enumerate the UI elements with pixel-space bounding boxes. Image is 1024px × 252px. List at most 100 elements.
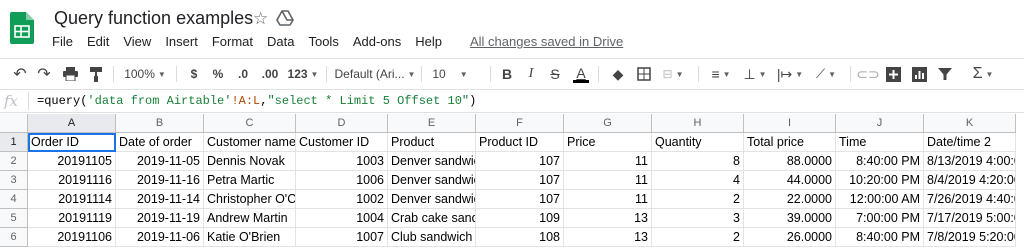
- row-header[interactable]: 3: [0, 171, 28, 190]
- menu-insert[interactable]: Insert: [158, 34, 205, 52]
- table-cell[interactable]: 20191119: [28, 209, 116, 228]
- table-cell[interactable]: Crab cake sandw: [388, 209, 476, 228]
- table-cell[interactable]: 2019-11-06: [116, 228, 204, 247]
- borders-icon[interactable]: [634, 60, 654, 88]
- zoom-select[interactable]: 100% ▼: [120, 60, 170, 88]
- table-cell[interactable]: 20191106: [28, 228, 116, 247]
- table-cell[interactable]: 10:20:00 PM: [836, 171, 924, 190]
- table-cell[interactable]: 108: [476, 228, 564, 247]
- table-cell[interactable]: 7/8/2019 5:20:00: [924, 228, 1016, 247]
- header-cell[interactable]: Date/time 2: [924, 133, 1016, 152]
- row-header[interactable]: 5: [0, 209, 28, 228]
- save-status-link[interactable]: All changes saved in Drive: [463, 34, 630, 52]
- table-cell[interactable]: Denver sandwich: [388, 171, 476, 190]
- header-cell[interactable]: Quantity: [652, 133, 744, 152]
- table-cell[interactable]: 2019-11-19: [116, 209, 204, 228]
- table-cell[interactable]: Club sandwich: [388, 228, 476, 247]
- wrap-icon[interactable]: |↦ ▼: [774, 60, 806, 88]
- select-all-corner[interactable]: [0, 114, 28, 133]
- table-cell[interactable]: 2: [652, 190, 744, 209]
- increase-decimals-button[interactable]: .00: [258, 60, 282, 88]
- column-header-c[interactable]: C: [204, 114, 296, 133]
- table-cell[interactable]: 8:40:00 PM: [836, 152, 924, 171]
- text-color-button[interactable]: A: [572, 60, 590, 88]
- valign-icon[interactable]: ⊥ ▼: [740, 60, 770, 88]
- header-cell[interactable]: Customer name: [204, 133, 296, 152]
- chart-icon[interactable]: [910, 60, 928, 88]
- move-to-folder-icon[interactable]: [276, 10, 294, 26]
- table-cell[interactable]: 107: [476, 171, 564, 190]
- table-cell[interactable]: 2: [652, 228, 744, 247]
- undo-icon[interactable]: ↶: [10, 60, 30, 88]
- table-cell[interactable]: 1006: [296, 171, 388, 190]
- column-header-j[interactable]: J: [836, 114, 924, 133]
- table-cell[interactable]: 2019-11-16: [116, 171, 204, 190]
- redo-icon[interactable]: ↷: [34, 60, 54, 88]
- menu-file[interactable]: File: [45, 34, 80, 52]
- table-cell[interactable]: 88.0000: [744, 152, 836, 171]
- menu-view[interactable]: View: [116, 34, 158, 52]
- table-cell[interactable]: 13: [564, 228, 652, 247]
- table-cell[interactable]: 11: [564, 152, 652, 171]
- table-cell[interactable]: 20191116: [28, 171, 116, 190]
- table-cell[interactable]: 8:40:00 PM: [836, 228, 924, 247]
- table-cell[interactable]: Denver sandwich: [388, 152, 476, 171]
- fill-color-icon[interactable]: ◆: [608, 60, 628, 88]
- strikethrough-icon[interactable]: S: [546, 60, 564, 88]
- table-cell[interactable]: 22.0000: [744, 190, 836, 209]
- formula-input[interactable]: =query('data from Airtable'!A:L,"select …: [37, 94, 476, 108]
- table-cell[interactable]: 1002: [296, 190, 388, 209]
- functions-icon[interactable]: Σ ▼: [968, 60, 998, 88]
- document-title[interactable]: Query function examples: [54, 8, 253, 29]
- table-cell[interactable]: 4: [652, 171, 744, 190]
- print-icon[interactable]: [60, 60, 80, 88]
- header-cell[interactable]: Product: [388, 133, 476, 152]
- table-cell[interactable]: 8/13/2019 4:00:0: [924, 152, 1016, 171]
- menu-edit[interactable]: Edit: [80, 34, 116, 52]
- font-size-select[interactable]: 10 ▼: [430, 60, 470, 88]
- font-family-select[interactable]: Default (Ari... ▼: [334, 60, 416, 88]
- table-cell[interactable]: Dennis Novak: [204, 152, 296, 171]
- menu-tools[interactable]: Tools: [301, 34, 345, 52]
- table-cell[interactable]: 26.0000: [744, 228, 836, 247]
- table-cell[interactable]: 7/17/2019 5:00:0: [924, 209, 1016, 228]
- header-cell[interactable]: Date of order: [116, 133, 204, 152]
- table-cell[interactable]: 8: [652, 152, 744, 171]
- row-header[interactable]: 2: [0, 152, 28, 171]
- column-header-f[interactable]: F: [476, 114, 564, 133]
- table-cell[interactable]: 12:00:00 AM: [836, 190, 924, 209]
- percent-format-button[interactable]: %: [210, 60, 226, 88]
- table-cell[interactable]: 7/26/2019 4:40:0: [924, 190, 1016, 209]
- table-cell[interactable]: 8/4/2019 4:20:00: [924, 171, 1016, 190]
- table-cell[interactable]: 1003: [296, 152, 388, 171]
- currency-format-button[interactable]: $: [186, 60, 202, 88]
- sheets-logo-icon[interactable]: [10, 12, 34, 44]
- header-cell[interactable]: Time: [836, 133, 924, 152]
- filter-icon[interactable]: [936, 60, 954, 88]
- menu-help[interactable]: Help: [408, 34, 449, 52]
- header-cell[interactable]: Total price: [744, 133, 836, 152]
- table-cell[interactable]: 11: [564, 171, 652, 190]
- header-cell[interactable]: Order ID: [28, 133, 116, 152]
- align-icon[interactable]: ≡ ▼: [706, 60, 736, 88]
- table-cell[interactable]: 2019-11-05: [116, 152, 204, 171]
- table-cell[interactable]: Katie O'Brien: [204, 228, 296, 247]
- table-cell[interactable]: 107: [476, 190, 564, 209]
- header-cell[interactable]: Product ID: [476, 133, 564, 152]
- menu-data[interactable]: Data: [260, 34, 301, 52]
- table-cell[interactable]: 1007: [296, 228, 388, 247]
- table-cell[interactable]: Petra Martic: [204, 171, 296, 190]
- header-cell[interactable]: Customer ID: [296, 133, 388, 152]
- header-cell[interactable]: Price: [564, 133, 652, 152]
- table-cell[interactable]: 3: [652, 209, 744, 228]
- table-cell[interactable]: 11: [564, 190, 652, 209]
- star-icon[interactable]: ☆: [253, 9, 268, 29]
- column-header-d[interactable]: D: [296, 114, 388, 133]
- menu-format[interactable]: Format: [205, 34, 260, 52]
- italic-button[interactable]: I: [522, 60, 540, 88]
- table-cell[interactable]: 20191114: [28, 190, 116, 209]
- column-header-g[interactable]: G: [564, 114, 652, 133]
- table-cell[interactable]: 39.0000: [744, 209, 836, 228]
- table-cell[interactable]: 7:00:00 PM: [836, 209, 924, 228]
- column-header-i[interactable]: I: [744, 114, 836, 133]
